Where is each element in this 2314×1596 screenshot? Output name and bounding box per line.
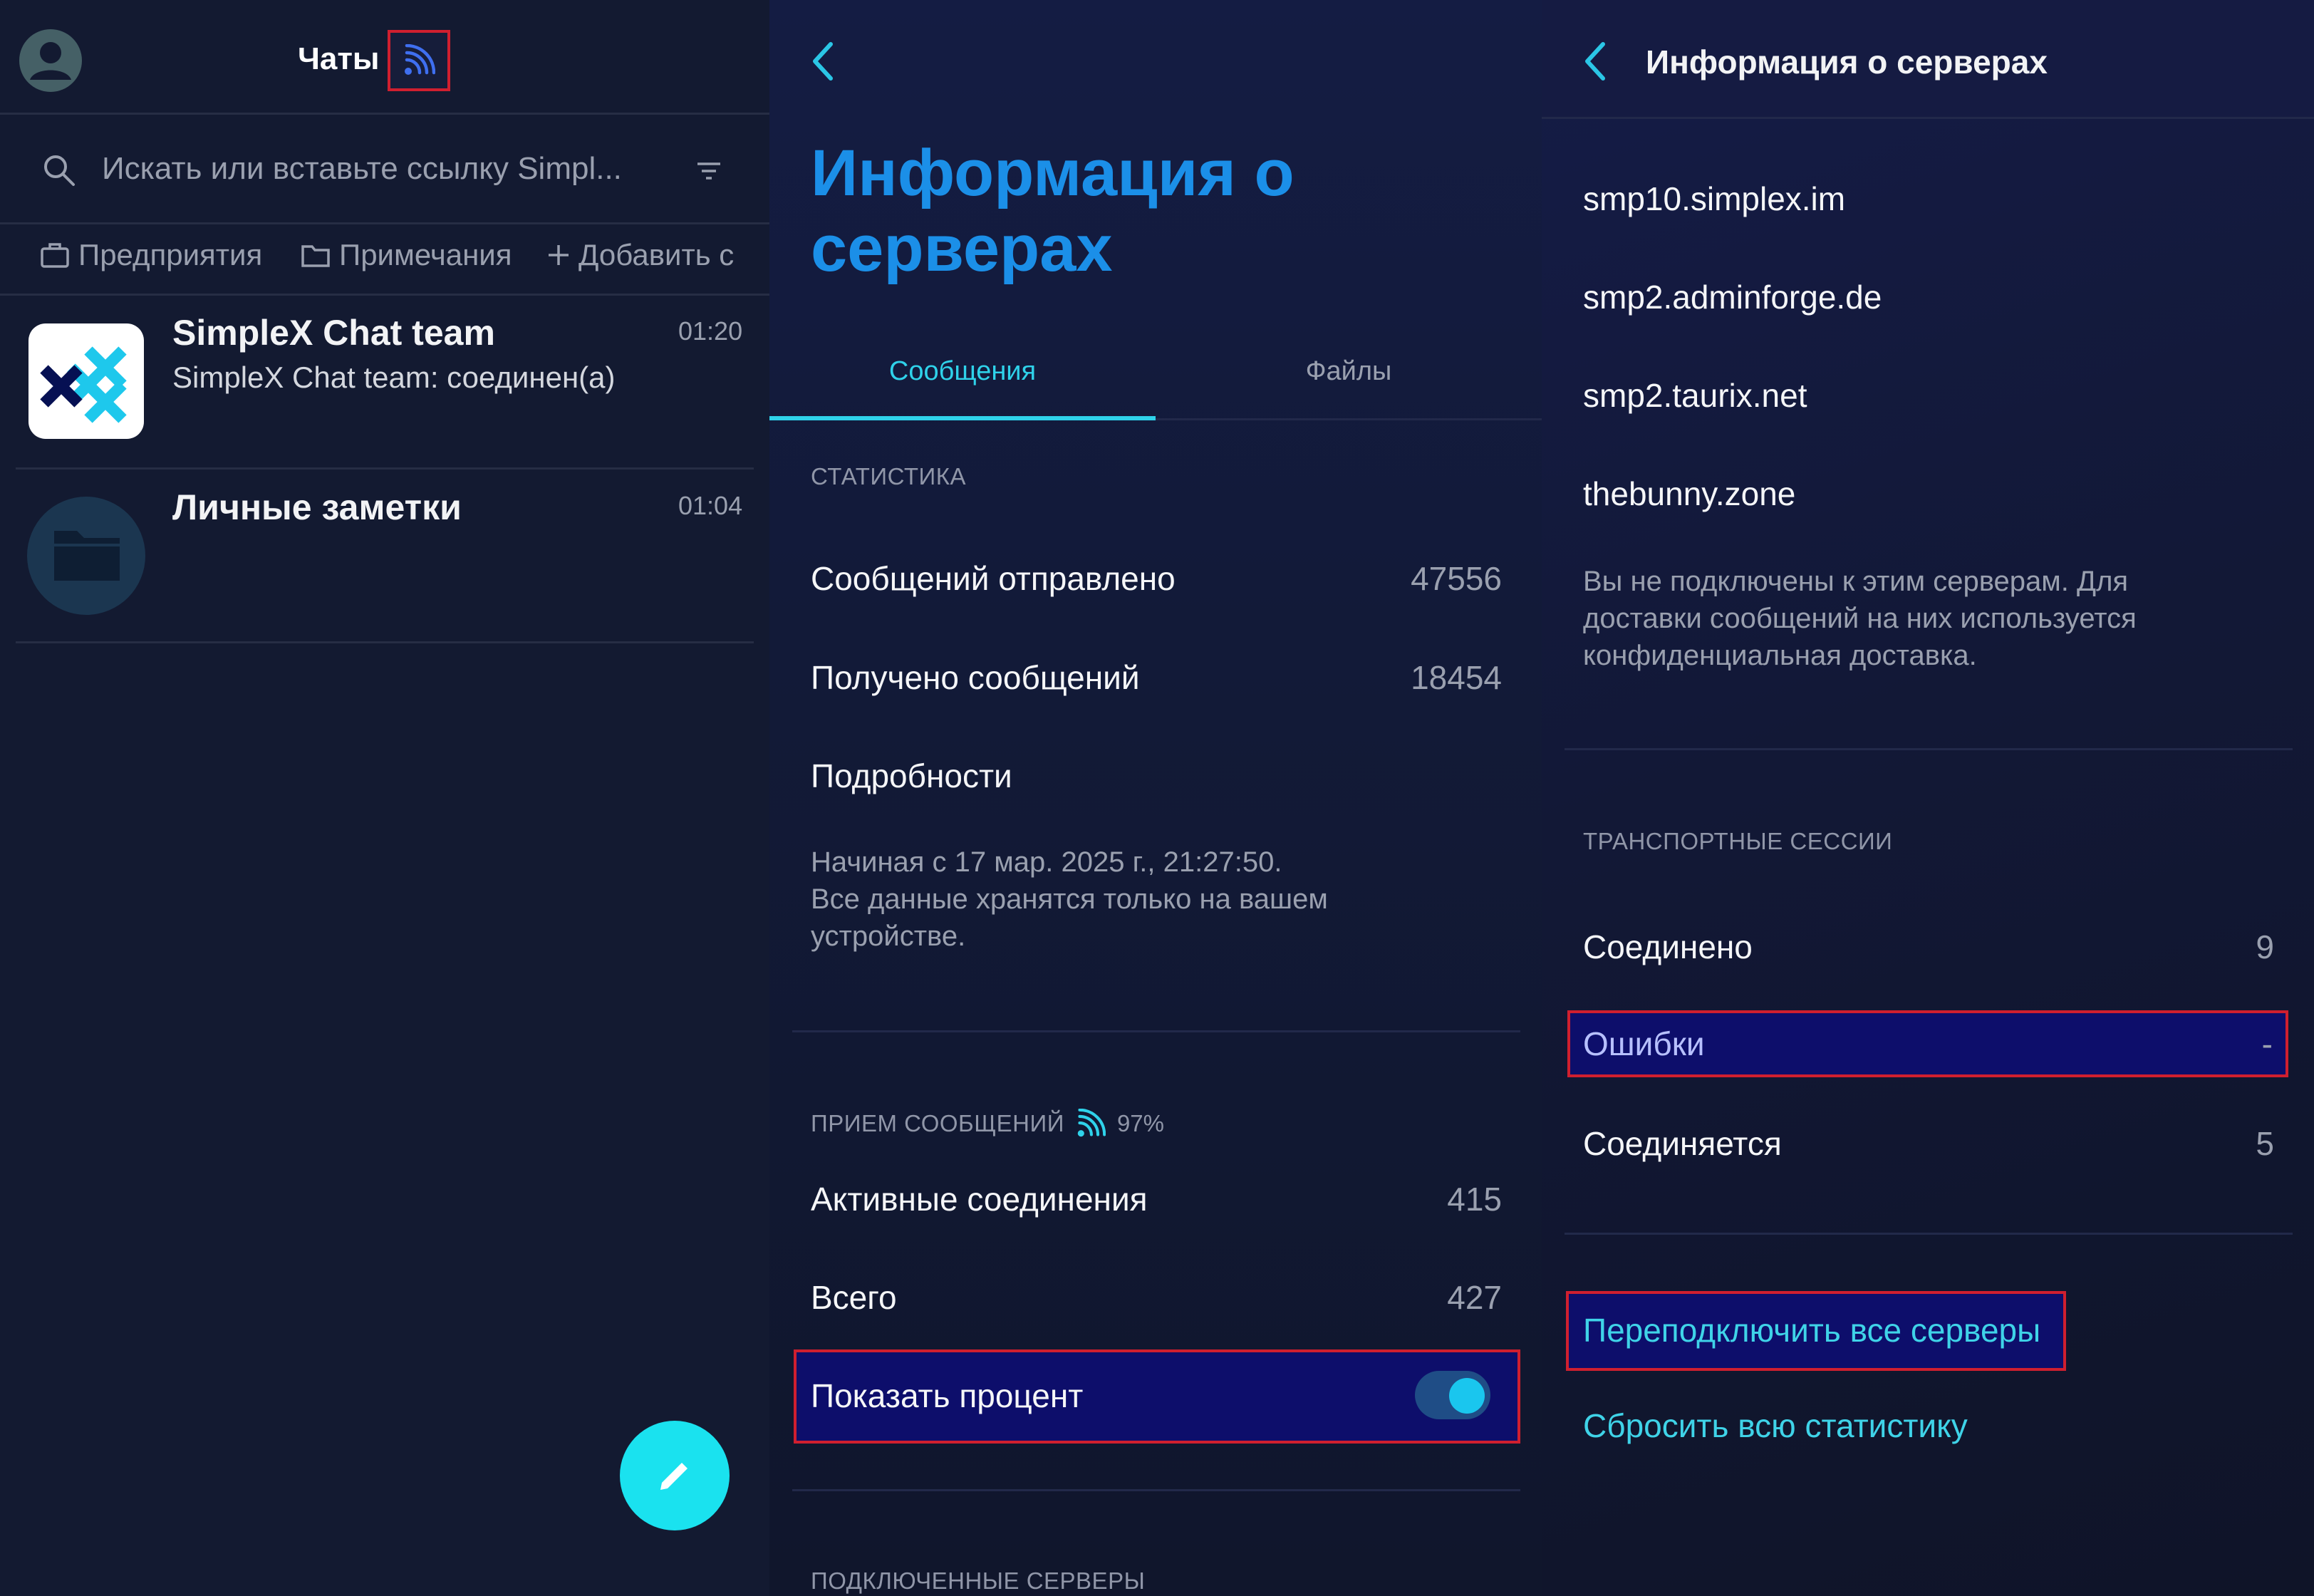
connected-value: 9: [2256, 928, 2274, 965]
chat-time: 01:20: [678, 316, 743, 346]
since-note: Начиная с 17 мар. 2025 г., 21:27:50. Все…: [811, 846, 1328, 952]
connected-label: Соединено: [1583, 928, 1753, 965]
page-title: Чаты: [298, 41, 380, 76]
server-item[interactable]: smp2.adminforge.de: [1583, 278, 1882, 316]
errors-label: Ошибки: [1583, 1025, 1705, 1062]
back-chevron-icon[interactable]: [809, 40, 838, 83]
server-item[interactable]: smp2.taurix.net: [1583, 376, 1807, 415]
sent-value: 47556: [1411, 560, 1502, 597]
search-divider: [0, 222, 769, 224]
connected-servers-header: ПОДКЛЮЧЕННЫЕ СЕРВЕРЫ: [811, 1568, 1146, 1594]
chat-preview: SimpleX Chat team: соединен(а): [172, 361, 616, 394]
sent-label: Сообщений отправлено: [811, 560, 1176, 597]
connecting-label: Соединяется: [1583, 1125, 1782, 1162]
reconnect-all-label: Переподключить все серверы: [1583, 1312, 2041, 1349]
notes-folder-icon: [27, 497, 145, 615]
chats-panel: Чаты Искать или вставьте ссылку Simpl...…: [0, 0, 769, 1596]
stats-header: СТАТИСТИКА: [811, 463, 966, 489]
reception-percent: 97%: [1116, 1110, 1164, 1136]
briefcase-icon: [40, 241, 70, 269]
errors-row[interactable]: Ошибки -: [1567, 1010, 2288, 1077]
chat-divider: [16, 641, 754, 643]
details-link[interactable]: Подробности: [811, 757, 1012, 795]
sessions-header: ТРАНСПОРТНЫЕ СЕССИИ: [1583, 828, 1893, 854]
show-percent-toggle[interactable]: [1415, 1371, 1490, 1419]
user-avatar-icon[interactable]: [19, 28, 83, 93]
section-divider: [792, 1489, 1520, 1491]
not-connected-note: Вы не подключены к этим серверам. Для до…: [1583, 566, 2137, 671]
back-chevron-icon[interactable]: [1582, 40, 1610, 83]
section-divider: [1565, 1233, 2293, 1235]
simplex-logo-icon: [28, 323, 144, 439]
network-status-icon[interactable]: [388, 30, 450, 91]
folder-icon: [301, 241, 331, 269]
page-title: Информация о серверах: [811, 137, 1295, 285]
chat-item[interactable]: Личные заметки 01:04: [0, 470, 769, 642]
chat-item[interactable]: SimpleX Chat team SimpleX Chat team: сое…: [0, 295, 769, 467]
plus-icon: [546, 242, 571, 268]
header-divider: [0, 113, 769, 115]
page-title: Информация о серверах: [1646, 43, 2048, 81]
search-icon: [41, 152, 77, 188]
reception-signal-icon: [1076, 1109, 1106, 1139]
tab-indicator: [769, 416, 1156, 420]
server-item[interactable]: thebunny.zone: [1583, 475, 1795, 513]
new-chat-button[interactable]: [620, 1421, 730, 1530]
total-label: Всего: [811, 1279, 897, 1316]
chat-name: Личные заметки: [172, 487, 462, 527]
reception-header: ПРИЕМ СООБЩЕНИЙ 97%: [811, 1109, 1164, 1139]
chat-name: SimpleX Chat team: [172, 313, 495, 353]
header-divider: [1542, 117, 2314, 119]
section-divider: [1565, 748, 2293, 750]
chat-time: 01:04: [678, 491, 743, 520]
active-label: Активные соединения: [811, 1181, 1148, 1218]
pencil-icon: [653, 1454, 696, 1497]
server-item[interactable]: smp10.simplex.im: [1583, 180, 1845, 218]
filter-icon[interactable]: [695, 158, 723, 184]
tabs-divider: [1156, 418, 1542, 420]
received-label: Получено сообщений: [811, 659, 1140, 696]
server-info-detail-panel: Информация о серверах smp10.simplex.im s…: [1542, 0, 2314, 1596]
tab-messages[interactable]: Сообщения: [769, 356, 1156, 387]
errors-value: -: [2261, 1025, 2273, 1062]
connecting-value: 5: [2256, 1125, 2274, 1162]
received-value: 18454: [1411, 659, 1502, 696]
total-value: 427: [1447, 1279, 1502, 1316]
active-value: 415: [1447, 1181, 1502, 1218]
show-percent-row[interactable]: Показать процент: [794, 1349, 1520, 1444]
search-input[interactable]: Искать или вставьте ссылку Simpl...: [102, 151, 672, 187]
show-percent-label: Показать процент: [811, 1377, 1084, 1414]
reconnect-all-button[interactable]: Переподключить все серверы: [1566, 1291, 2066, 1371]
reset-stats-button[interactable]: Сбросить всю статистику: [1583, 1406, 1968, 1445]
toggle-knob: [1449, 1378, 1485, 1414]
tab-files[interactable]: Файлы: [1156, 356, 1542, 387]
server-info-panel: Информация о серверах Сообщения Файлы СТ…: [769, 0, 1542, 1596]
filter-notes[interactable]: Примечания: [301, 238, 512, 272]
filter-add[interactable]: Добавить с: [546, 238, 734, 272]
filter-business[interactable]: Предприятия: [40, 238, 262, 272]
section-divider: [792, 1030, 1520, 1032]
